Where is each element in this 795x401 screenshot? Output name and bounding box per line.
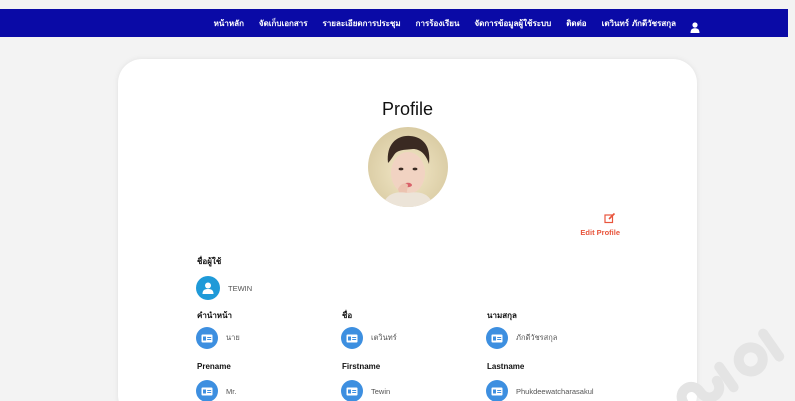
firstname-th-value: เตวินทร์ [341,327,397,349]
firstname-en-value: Tewin [341,380,390,401]
firstname-en-label: Firstname [342,362,381,371]
firstname-th-label: ชื่อ [342,311,353,320]
id-card-icon [486,327,508,349]
user-circle-icon [196,276,220,300]
username-value: TEWIN [196,276,252,300]
page-title: Profile [381,99,434,119]
profile-card: Profile Edit Profile ชื่อผู้ใช้ TEWIN คำ… [118,59,697,401]
lastname-th-text: ภักดีวัชรสกุล [516,333,558,342]
nav-user-management[interactable]: จัดการข้อมูลผู้ใช้ระบบ [474,17,551,30]
edit-profile-link[interactable]: Edit Profile [568,228,620,237]
prename-en-value: Mr. [196,380,236,401]
prename-en-label: Prename [197,362,231,371]
firstname-th-text: เตวินทร์ [371,333,397,342]
lastname-en-value: Phukdeewatcharasakul [486,380,594,401]
user-icon[interactable] [690,18,700,33]
username-text: TEWIN [228,283,253,293]
lastname-th-value: ภักดีวัชรสกุล [486,327,557,349]
nav-complaints[interactable]: การร้องเรียน [416,17,460,30]
top-navbar: หน้าหลัก จัดเก็บเอกสาร รายละเอียดการประช… [0,9,788,37]
nav-documents[interactable]: จัดเก็บเอกสาร [259,17,308,30]
lastname-en-text: Phukdeewatcharasakul [516,386,594,396]
nav-contact[interactable]: ติดต่อ [566,17,586,30]
prename-th-text: นาย [226,333,240,342]
prename-th-value: นาย [196,327,240,349]
id-card-icon [486,380,508,401]
id-card-icon [341,327,363,349]
avatar [368,127,448,207]
username-label: ชื่อผู้ใช้ [197,257,222,266]
prename-th-label: คำนำหน้า [197,311,233,320]
firstname-en-text: Tewin [371,386,391,396]
nav-user-name[interactable]: เตวินทร์ ภักดีวัชรสกุล [602,17,676,30]
nav-meeting-details[interactable]: รายละเอียดการประชุม [323,17,401,30]
edit-icon[interactable] [604,209,616,224]
lastname-en-label: Lastname [487,362,525,371]
prename-en-text: Mr. [226,386,237,396]
nav-home[interactable]: หน้าหลัก [214,17,244,30]
lastname-th-label: นามสกุล [487,311,517,320]
id-card-icon [341,380,363,401]
id-card-icon [196,327,218,349]
id-card-icon [196,380,218,401]
